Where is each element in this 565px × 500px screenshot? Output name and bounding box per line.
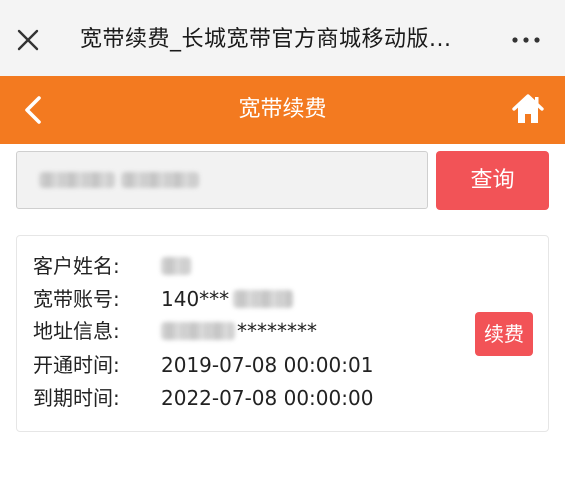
browser-page-title: 宽带续费_长城宽带官方商城移动版... xyxy=(80,27,452,52)
query-button[interactable]: 查询 xyxy=(436,151,549,210)
info-row-account: 宽带账号: 140*** xyxy=(33,284,473,314)
app-header: 宽带续费 xyxy=(0,76,565,144)
info-row-name: 客户姓名: xyxy=(33,251,473,281)
info-row-expire-time: 到期时间: 2022-07-08 00:00:00 xyxy=(33,383,473,413)
info-row-open-time: 开通时间: 2019-07-08 00:00:01 xyxy=(33,350,473,380)
info-label: 客户姓名: xyxy=(33,254,120,278)
search-input[interactable] xyxy=(16,151,428,209)
info-label: 宽带账号: xyxy=(33,287,120,311)
browser-title-bar: 宽带续费_长城宽带官方商城移动版... xyxy=(0,0,565,76)
masked-search-text xyxy=(121,172,199,188)
home-icon[interactable] xyxy=(511,92,545,126)
info-label: 地址信息: xyxy=(33,319,120,343)
close-icon[interactable] xyxy=(16,28,40,52)
page-title: 宽带续费 xyxy=(238,97,327,122)
masked-account xyxy=(233,290,293,308)
info-value: 140*** xyxy=(161,287,230,311)
masked-name xyxy=(161,257,191,275)
more-dots-icon[interactable] xyxy=(510,30,542,50)
masked-search-text xyxy=(39,172,115,188)
masked-address xyxy=(161,322,235,340)
info-value: ******** xyxy=(237,319,317,343)
account-info-card: 客户姓名: 宽带账号: 140*** 地址信息: ******** 开通时间: … xyxy=(16,235,549,432)
info-value: 2022-07-08 00:00:00 xyxy=(161,386,374,410)
info-label: 开通时间: xyxy=(33,353,120,377)
info-label: 到期时间: xyxy=(33,386,120,410)
info-value: 2019-07-08 00:00:01 xyxy=(161,353,374,377)
renew-button[interactable]: 续费 xyxy=(475,312,533,356)
info-row-address: 地址信息: ******** xyxy=(33,316,473,346)
